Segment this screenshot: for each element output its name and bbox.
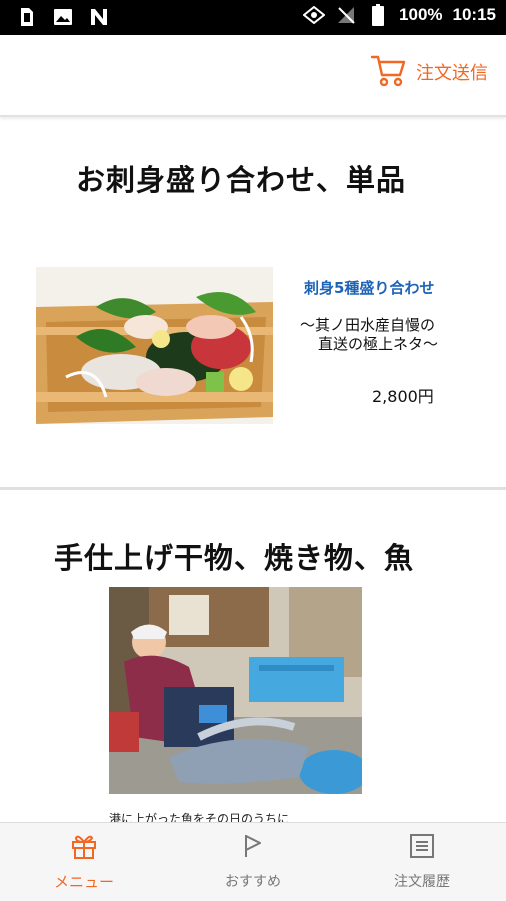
section-title-himono: 手仕上げ干物、焼き物、魚	[54, 541, 415, 575]
item-price: 2,800円	[372, 387, 434, 406]
battery-icon	[367, 4, 389, 26]
nav-tab-menu[interactable]: メニュー	[0, 823, 168, 901]
nav-label-recommended: おすすめ	[225, 874, 281, 890]
no-signal-icon	[335, 4, 357, 26]
image-icon	[52, 6, 74, 28]
item-name[interactable]: 刺身5種盛り合わせ	[304, 277, 434, 298]
sim-card-icon	[16, 6, 38, 28]
battery-level: 100%	[399, 5, 443, 24]
order-send-button[interactable]: 注文送信	[370, 53, 488, 91]
status-bar: 100% 10:15	[0, 0, 506, 35]
clock: 10:15	[452, 5, 496, 24]
nav-tab-recommended[interactable]: おすすめ	[169, 823, 337, 901]
bottom-navigation: メニュー おすすめ 注文履歴	[0, 822, 506, 901]
flag-icon	[242, 833, 264, 863]
n-app-icon	[88, 6, 110, 28]
status-icons-left	[16, 6, 110, 28]
order-send-label: 注文送信	[416, 63, 488, 84]
gift-icon	[70, 833, 98, 863]
section-title-sashimi: お刺身盛り合わせ、単品	[76, 163, 407, 197]
fish-preparation-photo[interactable]	[109, 587, 362, 794]
nav-label-order-history: 注文履歴	[394, 874, 450, 890]
app-bar: 注文送信	[0, 35, 506, 117]
nav-label-menu: メニュー	[53, 872, 114, 891]
menu-content[interactable]: お刺身盛り合わせ、単品 刺身5種盛り合わせ ～其ノ田水産自慢の 直送の極上ネタ～…	[0, 117, 506, 822]
section-divider	[0, 487, 506, 490]
item-description-line1: ～其ノ田水産自慢の	[300, 316, 436, 334]
nav-tab-order-history[interactable]: 注文履歴	[338, 823, 506, 901]
sashimi-platter-photo[interactable]	[36, 267, 273, 424]
list-icon	[409, 833, 435, 863]
cart-icon	[370, 53, 406, 91]
status-icons-right: 100% 10:15	[303, 4, 496, 26]
vpn-key-icon	[303, 4, 326, 26]
item-description-line2: 直送の極上ネタ～	[318, 335, 439, 353]
himono-caption: 港に上がった魚をその日のうちに	[109, 812, 290, 822]
